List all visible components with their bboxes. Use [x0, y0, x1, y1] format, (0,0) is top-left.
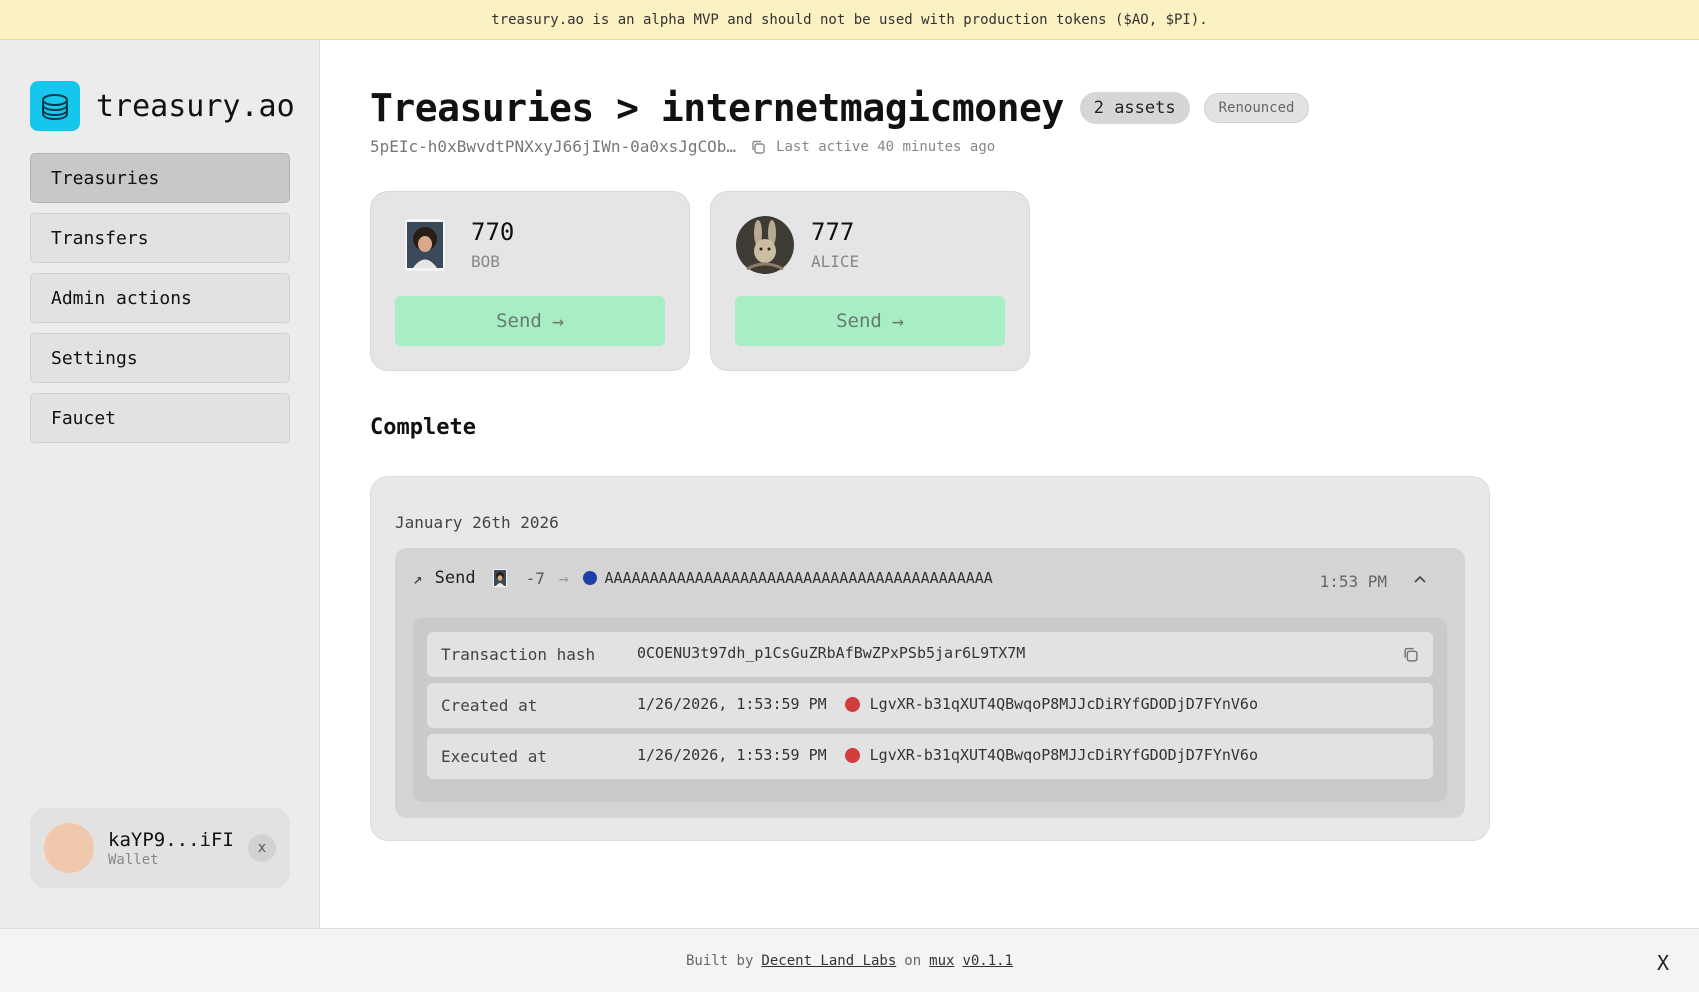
send-label: Send — [836, 310, 882, 332]
alice-token-icon — [735, 215, 795, 275]
renounced-status-badge: Renounced — [1203, 93, 1310, 123]
asset-card-bob: 770 BOB Send → — [370, 191, 690, 371]
disconnect-wallet-button[interactable]: x — [248, 834, 276, 862]
transaction-type: Send — [434, 568, 476, 588]
asset-amount: 777 — [811, 218, 855, 246]
copy-icon[interactable] — [750, 139, 766, 155]
created-at-row: Created at 1/26/2026, 1:53:59 PM LgvXR-b… — [427, 683, 1433, 728]
sidebar-item-admin-actions[interactable]: Admin actions — [30, 273, 290, 323]
wallet-card[interactable]: kaYP9...iFI Wallet x — [30, 808, 290, 888]
footer-built-by: Built by — [685, 952, 754, 969]
last-active-text: Last active 40 minutes ago — [776, 138, 996, 155]
arrow-right-icon: → — [891, 309, 904, 333]
history-date: January 26th 2026 — [395, 513, 559, 532]
footer: Built by Decent Land Labs on mux v0.1.1 … — [0, 928, 1699, 992]
wallet-label: Wallet — [108, 851, 159, 868]
sidebar-item-transfers[interactable]: Transfers — [30, 213, 290, 263]
brand[interactable]: treasury.ao — [30, 81, 295, 131]
page-title: Treasuries > internetmagicmoney — [370, 86, 1064, 130]
chevron-up-icon[interactable] — [1411, 570, 1429, 588]
recipient-avatar-dot — [582, 571, 597, 585]
wallet-address: kaYP9...iFI — [108, 828, 234, 851]
sidebar: treasury.ao Treasuries Transfers Admin a… — [0, 40, 320, 928]
footer-on: on — [904, 952, 922, 969]
bob-token-icon — [490, 568, 510, 588]
asset-ticker: BOB — [471, 252, 500, 271]
mux-link[interactable]: mux — [929, 953, 954, 969]
detail-label: Transaction hash — [441, 645, 596, 664]
send-alice-button[interactable]: Send → — [735, 296, 1005, 346]
asset-ticker: ALICE — [811, 252, 860, 271]
executor-address: LgvXR-b31qXUT4QBwqoP8MJJcDiRYfGDODjD7FYn… — [869, 746, 1258, 764]
assets-count-badge: 2 assets — [1079, 92, 1190, 124]
sidebar-item-settings[interactable]: Settings — [30, 333, 290, 383]
transaction-amount: -7 — [525, 568, 545, 588]
sidebar-item-faucet[interactable]: Faucet — [30, 393, 290, 443]
send-bob-button[interactable]: Send → — [395, 296, 665, 346]
detail-label: Created at — [441, 696, 538, 715]
asset-card-alice: 777 ALICE Send → — [710, 191, 1030, 371]
coins-logo-icon — [30, 81, 80, 131]
bob-token-icon — [395, 215, 455, 275]
created-at-timestamp: 1/26/2026, 1:53:59 PM — [637, 695, 827, 713]
send-label: Send — [496, 310, 542, 332]
transaction-details: Transaction hash 0COENU3t97dh_p1CsGuZRbA… — [413, 618, 1447, 802]
outgoing-arrow-icon: ↗ — [413, 568, 423, 588]
brand-name: treasury.ao — [96, 88, 295, 124]
sidebar-item-treasuries[interactable]: Treasuries — [30, 153, 290, 203]
copy-icon[interactable] — [1402, 646, 1419, 663]
banner-text: treasury.ao is an alpha MVP and should n… — [491, 11, 1208, 28]
alpha-warning-banner: treasury.ao is an alpha MVP and should n… — [0, 0, 1699, 40]
transaction-hash: 0COENU3t97dh_p1CsGuZRbAfBwZPxPSb5jar6L9T… — [637, 644, 1026, 662]
wallet-avatar — [44, 823, 94, 873]
arrow-right-icon: → — [551, 309, 564, 333]
executed-at-row: Executed at 1/26/2026, 1:53:59 PM LgvXR-… — [427, 734, 1433, 779]
creator-avatar-dot — [844, 696, 860, 712]
executor-avatar-dot — [844, 747, 860, 763]
transaction-item: ↗ Send -7 → AAAAAAAAAAAAAAAAAAAAAAAAAAAA… — [395, 548, 1465, 818]
recipient-address: AAAAAAAAAAAAAAAAAAAAAAAAAAAAAAAAAAAAAAAA… — [604, 569, 993, 587]
detail-label: Executed at — [441, 747, 547, 766]
executed-at-timestamp: 1/26/2026, 1:53:59 PM — [637, 746, 827, 764]
x-social-icon[interactable]: X — [1657, 951, 1669, 975]
transaction-history: January 26th 2026 ↗ Send -7 → AAAAAAAAAA… — [370, 476, 1490, 841]
arrow-right-icon: → — [558, 568, 569, 588]
section-title-complete: Complete — [370, 415, 476, 440]
asset-amount: 770 — [471, 218, 515, 246]
transaction-summary[interactable]: ↗ Send -7 → AAAAAAAAAAAAAAAAAAAAAAAAAAAA… — [413, 568, 993, 588]
decent-land-labs-link[interactable]: Decent Land Labs — [761, 953, 896, 969]
treasury-address: 5pEIc-h0xBwvdtPNXxyJ66jIWn-0a0xsJgCOb… — [370, 137, 737, 156]
version-link[interactable]: v0.1.1 — [962, 953, 1013, 969]
transaction-hash-row: Transaction hash 0COENU3t97dh_p1CsGuZRbA… — [427, 632, 1433, 677]
transaction-time: 1:53 PM — [1319, 572, 1387, 591]
creator-address: LgvXR-b31qXUT4QBwqoP8MJJcDiRYfGDODjD7FYn… — [869, 695, 1258, 713]
